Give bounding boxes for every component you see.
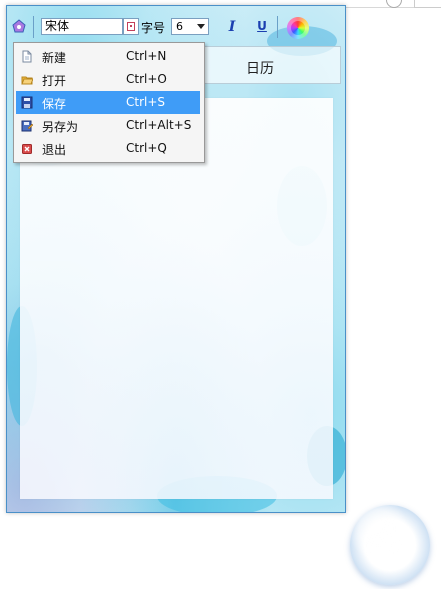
- notepad-window: 宋体 字号 6 I U 日历 新建 Ctrl+N 打开 Ctrl+O 保存 Ct…: [6, 5, 346, 513]
- font-name-field[interactable]: 宋体: [41, 18, 123, 35]
- menu-item-save-as[interactable]: 另存为 Ctrl+Alt+S: [16, 114, 200, 137]
- toolbar-separator: [33, 16, 34, 38]
- exit-icon: [21, 142, 33, 155]
- font-size-label: 字号: [141, 21, 166, 35]
- save-icon: [21, 96, 33, 109]
- file-menu: 新建 Ctrl+N 打开 Ctrl+O 保存 Ctrl+S 另存为 Ctrl+A…: [13, 42, 205, 163]
- menu-home-icon[interactable]: [12, 19, 26, 33]
- menu-item-shortcut: Ctrl+O: [126, 72, 167, 86]
- menu-item-exit[interactable]: 退出 Ctrl+Q: [16, 137, 200, 160]
- open-folder-icon: [21, 73, 34, 86]
- menu-item-save[interactable]: 保存 Ctrl+S: [16, 91, 200, 114]
- underline-button[interactable]: U: [255, 18, 269, 34]
- toolbar: 宋体 字号 6 I U: [7, 14, 345, 42]
- menu-item-label: 另存为: [42, 120, 79, 134]
- calendar-label: 日历: [246, 61, 274, 77]
- calendar-bar[interactable]: 日历: [195, 46, 341, 84]
- color-wheel-icon[interactable]: [287, 17, 309, 39]
- menu-item-shortcut: Ctrl+Q: [126, 141, 167, 155]
- bubble-widget[interactable]: [350, 505, 430, 585]
- save-as-icon: [21, 119, 34, 132]
- font-size-value: 6: [176, 20, 183, 33]
- menu-item-label: 保存: [42, 97, 67, 111]
- menu-item-shortcut: Ctrl+S: [126, 95, 166, 109]
- chevron-down-icon: [197, 24, 205, 29]
- italic-button[interactable]: I: [225, 19, 239, 35]
- font-size-select[interactable]: 6: [171, 18, 209, 35]
- menu-item-shortcut: Ctrl+Alt+S: [126, 118, 192, 132]
- new-file-icon: [21, 50, 33, 63]
- menu-item-new[interactable]: 新建 Ctrl+N: [16, 45, 200, 68]
- menu-item-shortcut: Ctrl+N: [126, 49, 167, 63]
- menu-item-open[interactable]: 打开 Ctrl+O: [16, 68, 200, 91]
- toolbar-separator: [277, 16, 278, 38]
- font-picker-button[interactable]: [123, 18, 139, 35]
- menu-item-label: 打开: [42, 74, 67, 88]
- background-search-field[interactable]: [414, 0, 441, 8]
- menu-item-label: 退出: [42, 143, 67, 157]
- menu-item-label: 新建: [42, 51, 67, 65]
